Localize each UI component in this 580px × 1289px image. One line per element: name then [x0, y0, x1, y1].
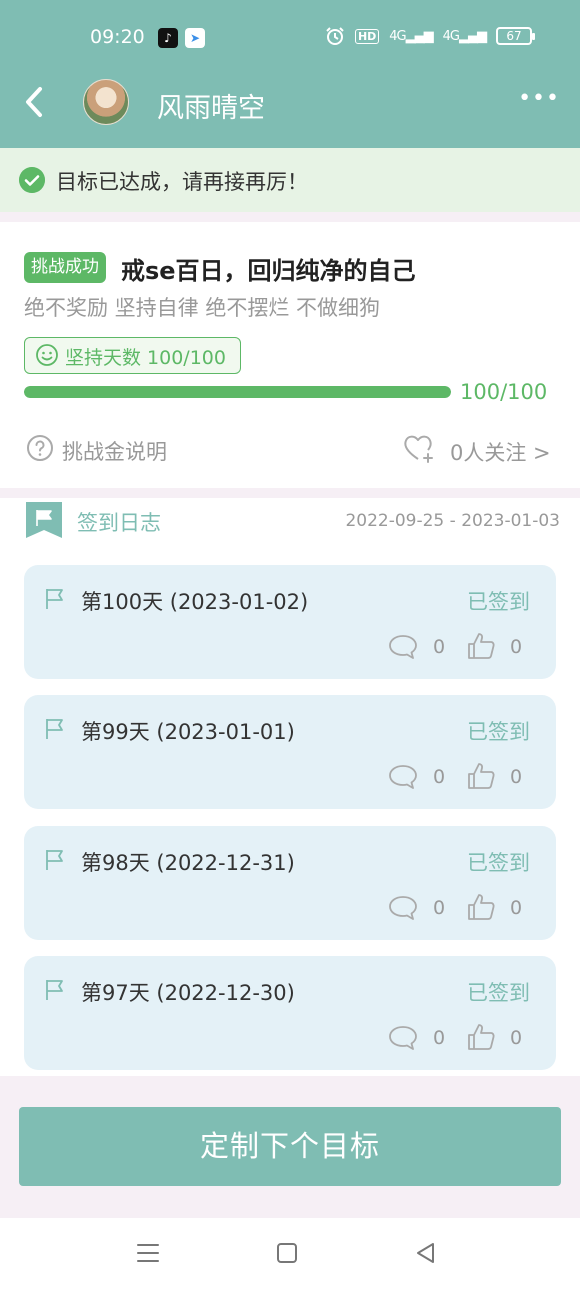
- progress-fill: [24, 386, 451, 398]
- entry-status: 已签到: [467, 720, 530, 744]
- question-circle-icon[interactable]: [26, 434, 54, 462]
- app-header: 09:20 ♪ ➤ HD 4G▂▄▆ 4G▂▄▆ 67 风雨晴空 •••: [0, 0, 580, 148]
- back-triangle-icon[interactable]: [413, 1240, 439, 1266]
- home-square-icon[interactable]: [274, 1240, 300, 1266]
- like-count: 0: [510, 1027, 523, 1049]
- days-count: 坚持天数 100/100: [65, 347, 226, 369]
- thumbs-up-icon[interactable]: [466, 1022, 496, 1052]
- deposit-info-link[interactable]: 挑战金说明: [62, 436, 167, 466]
- message-plane-icon: ➤: [185, 28, 205, 48]
- menu-icon[interactable]: [135, 1240, 161, 1266]
- entry-status: 已签到: [467, 590, 530, 614]
- hd-icon: HD: [354, 28, 380, 44]
- like-count: 0: [510, 636, 523, 658]
- tiktok-icon: ♪: [158, 28, 178, 48]
- comment-count: 0: [433, 1027, 446, 1049]
- like-count: 0: [510, 766, 523, 788]
- entry-title: 第98天 (2022-12-31): [81, 851, 295, 875]
- flag-icon: [46, 980, 63, 1000]
- check-circle-icon: [19, 167, 45, 193]
- thumbs-up-icon[interactable]: [466, 761, 496, 791]
- progress-bar: [24, 386, 451, 398]
- status-badge: 挑战成功: [24, 252, 106, 283]
- thumbs-up-icon[interactable]: [466, 892, 496, 922]
- more-dots-icon[interactable]: •••: [518, 86, 560, 111]
- challenge-subtitle: 绝不奖励 坚持自律 绝不摆烂 不做细狗: [24, 296, 381, 320]
- status-bar: 09:20 ♪ ➤ HD 4G▂▄▆ 4G▂▄▆ 67: [0, 0, 580, 76]
- battery-indicator: 67: [496, 27, 535, 45]
- list-item[interactable]: 第97天 (2022-12-30) 已签到 0 0: [24, 956, 556, 1070]
- checkin-date-range: 2022-09-25 - 2023-01-03: [345, 511, 560, 531]
- challenge-title: 戒se百日，回归纯净的自己: [121, 257, 416, 285]
- entry-title: 第99天 (2023-01-01): [81, 720, 295, 744]
- entry-title: 第97天 (2022-12-30): [81, 981, 295, 1005]
- notice-text: 目标已达成，请再接再厉！: [56, 170, 308, 194]
- smile-icon: [36, 344, 58, 366]
- comment-icon[interactable]: [388, 633, 418, 661]
- list-item[interactable]: 第99天 (2023-01-01) 已签到 0 0: [24, 695, 556, 809]
- comment-count: 0: [433, 897, 446, 919]
- entry-status: 已签到: [467, 981, 530, 1005]
- entry-title: 第100天 (2023-01-02): [81, 590, 309, 614]
- signal-4g-icon: 4G▂▄▆: [442, 28, 487, 44]
- flag-icon: [46, 850, 63, 870]
- flag-bookmark-icon: [26, 502, 62, 538]
- like-count: 0: [510, 897, 523, 919]
- comment-icon[interactable]: [388, 1024, 418, 1052]
- avatar[interactable]: [83, 79, 129, 125]
- comment-icon[interactable]: [388, 894, 418, 922]
- comment-icon[interactable]: [388, 763, 418, 791]
- status-icons: HD 4G▂▄▆ 4G▂▄▆ 67: [325, 26, 535, 46]
- thumbs-up-icon[interactable]: [466, 631, 496, 661]
- signal-4g-icon: 4G▂▄▆: [389, 28, 433, 44]
- checkin-log-title: 签到日志: [77, 511, 161, 535]
- next-goal-button[interactable]: 定制下个目标: [19, 1107, 561, 1186]
- progress-label: 100/100: [460, 380, 548, 404]
- page-title: 风雨晴空: [157, 93, 265, 124]
- list-item[interactable]: 第98天 (2022-12-31) 已签到 0 0: [24, 826, 556, 940]
- chevron-left-icon[interactable]: [18, 84, 54, 120]
- flag-icon: [46, 719, 63, 739]
- status-time: 09:20: [90, 26, 145, 48]
- followers-link[interactable]: 0人关注 >: [450, 437, 551, 467]
- comment-count: 0: [433, 636, 446, 658]
- comment-count: 0: [433, 766, 446, 788]
- alarm-icon: [326, 27, 344, 45]
- list-item[interactable]: 第100天 (2023-01-02) 已签到 0 0: [24, 565, 556, 679]
- flag-icon: [46, 589, 63, 609]
- heart-plus-icon[interactable]: [402, 432, 436, 464]
- entry-status: 已签到: [467, 851, 530, 875]
